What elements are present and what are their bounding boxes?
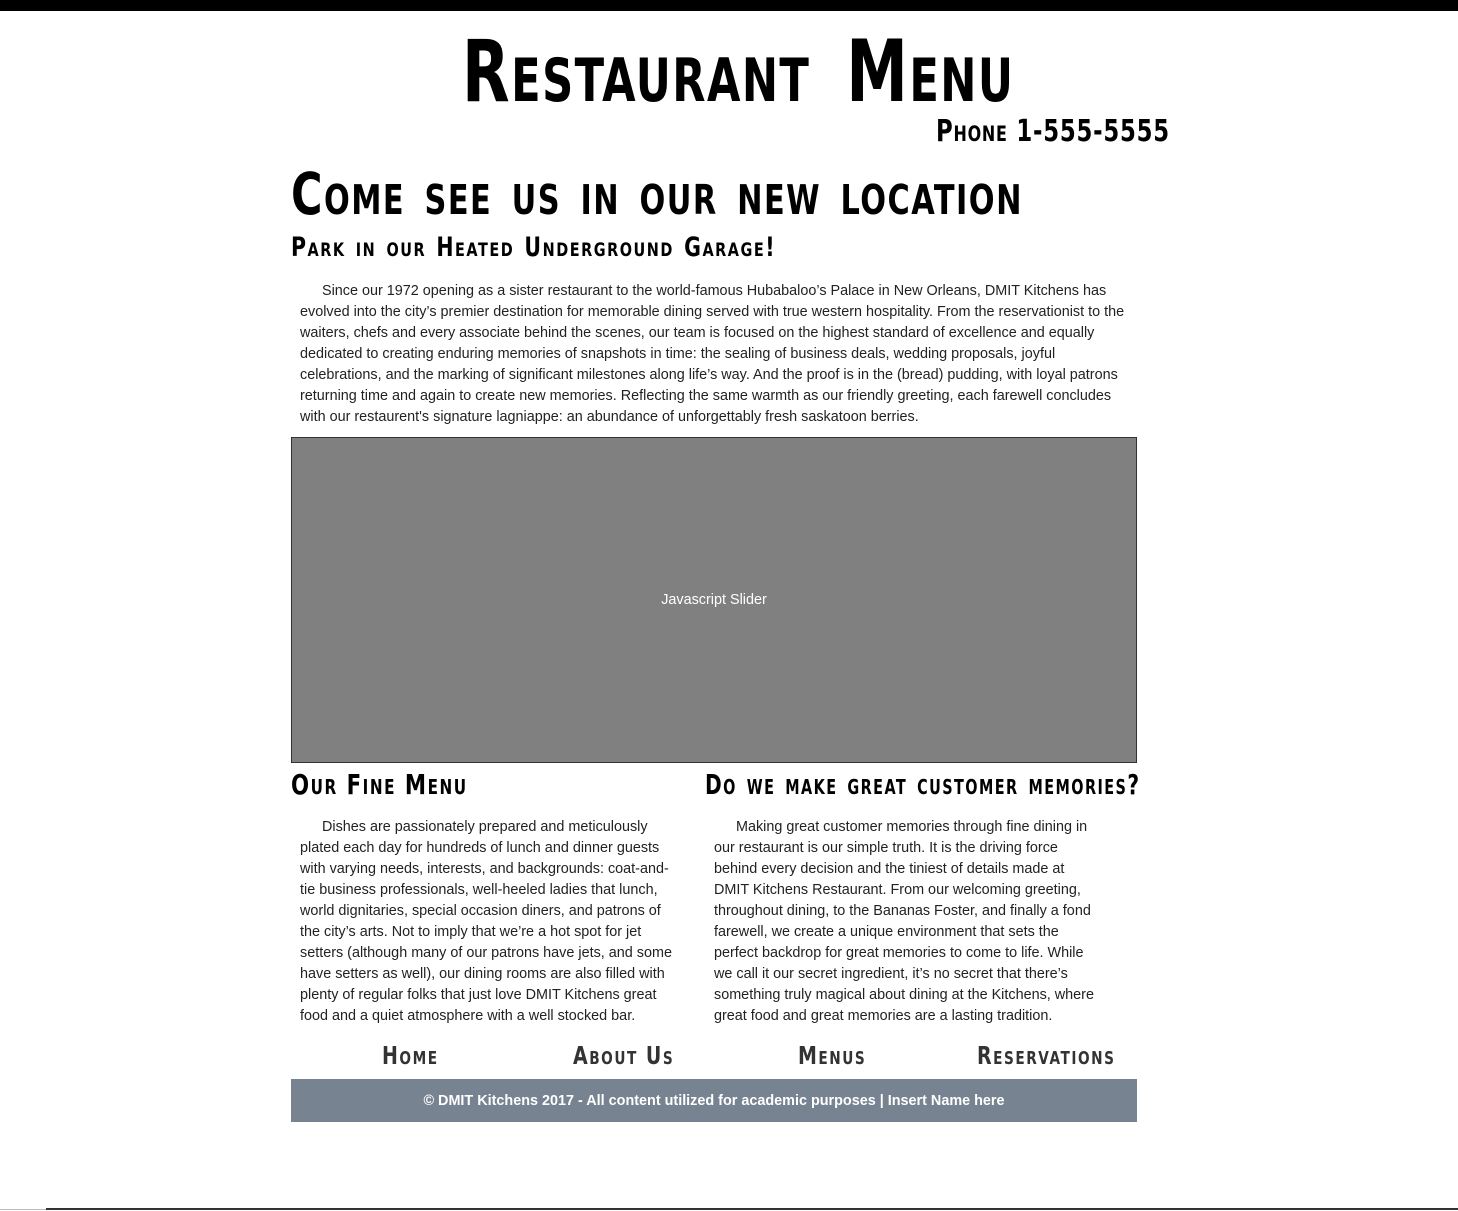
nav-link-about-us[interactable]: About Us	[573, 1041, 674, 1070]
bottom-divider	[46, 1208, 1458, 1210]
garage-subheading: Park in our Heated Underground Garage!	[291, 232, 777, 263]
intro-paragraph: Since our 1972 opening as a sister resta…	[300, 283, 1125, 425]
copyright-text: © DMIT Kitchens 2017 - All content utili…	[423, 1092, 1005, 1109]
memories-section-paragraph: Making great customer memories through f…	[714, 819, 1094, 1024]
menu-section-paragraph: Dishes are passionately prepared and met…	[300, 819, 672, 1024]
nav-link-reservations[interactable]: Reservations	[977, 1041, 1115, 1070]
menu-section-heading: Our Fine Menu	[291, 768, 468, 801]
nav-link-home[interactable]: Home	[382, 1041, 439, 1070]
location-heading: Come see us in our new location	[291, 160, 1023, 228]
page-footer: © DMIT Kitchens 2017 - All content utili…	[291, 1079, 1137, 1122]
bottom-divider-left	[0, 1209, 46, 1210]
page-title: Restaurant Menu	[462, 22, 1015, 122]
phone-number: Phone 1-555-5555	[936, 114, 1170, 149]
top-border-bar	[0, 0, 1458, 11]
image-slider[interactable]: Javascript Slider	[291, 437, 1137, 763]
nav-link-menus[interactable]: Menus	[798, 1041, 866, 1070]
memories-section-heading: Do we make great customer memories?	[705, 768, 1141, 801]
slider-placeholder-label: Javascript Slider	[661, 592, 767, 608]
